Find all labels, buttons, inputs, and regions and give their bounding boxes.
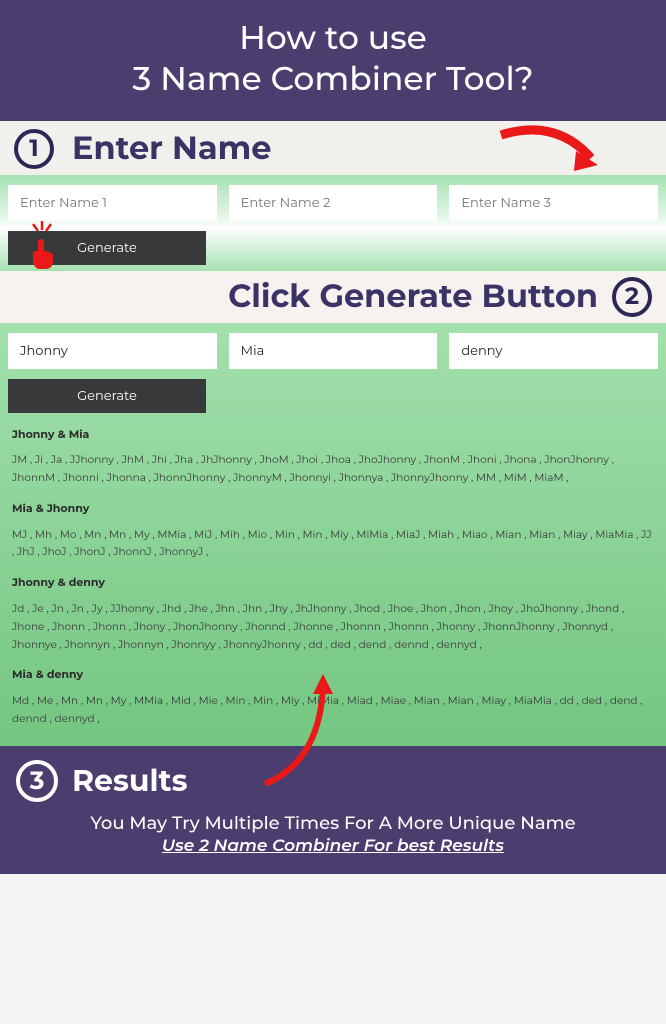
step3-number: 3: [16, 760, 58, 802]
arrow-right-icon: [496, 123, 616, 178]
name3-input[interactable]: [449, 185, 658, 221]
step1-bar: 1 Enter Name: [0, 121, 666, 175]
result-text-1: JM , Ji , Ja , JJhonny , JhM , Jhi , Jha…: [12, 451, 654, 487]
result-block-1: Jhonny & Mia JM , Ji , Ja , JJhonny , Jh…: [8, 425, 658, 487]
result-title-2: Mia & Jhonny: [12, 499, 654, 518]
step3-label: Results: [72, 762, 188, 799]
name2-input-filled[interactable]: [229, 333, 438, 369]
result-title-1: Jhonny & Mia: [12, 425, 654, 444]
name3-input-filled[interactable]: [449, 333, 658, 369]
name1-input[interactable]: [8, 185, 217, 221]
result-text-2: MJ , Mh , Mo , Mn , Mn , My , MMia , MiJ…: [12, 526, 654, 562]
header-line1: How to use: [239, 18, 427, 58]
header-line2: 3 Name Combiner Tool?: [132, 59, 533, 99]
result-text-3: Jd , Je , Jn , Jn , Jy , JJhonny , Jhd ,…: [12, 600, 654, 654]
step2-label: Click Generate Button: [228, 277, 598, 316]
inputs-row-empty: [8, 185, 658, 221]
pointer-hand-icon: [28, 237, 56, 271]
input-panel-empty: Generate: [0, 175, 666, 271]
name1-input-filled[interactable]: [8, 333, 217, 369]
result-block-2: Mia & Jhonny MJ , Mh , Mo , Mn , Mn , My…: [8, 499, 658, 561]
name2-input[interactable]: [229, 185, 438, 221]
footer: 3 Results You May Try Multiple Times For…: [0, 746, 666, 874]
step1-number: 1: [14, 129, 54, 169]
header-title: How to use 3 Name Combiner Tool?: [0, 0, 666, 121]
generate-button-2[interactable]: Generate: [8, 379, 206, 413]
step2-bar: Click Generate Button 2: [0, 271, 666, 323]
result-block-3: Jhonny & denny Jd , Je , Jn , Jn , Jy , …: [8, 573, 658, 653]
step2-number: 2: [612, 277, 652, 317]
inputs-row-filled: [8, 333, 658, 369]
result-title-3: Jhonny & denny: [12, 573, 654, 592]
arrow-up-icon: [235, 666, 355, 786]
footer-text: You May Try Multiple Times For A More Un…: [16, 812, 650, 834]
footer-link[interactable]: Use 2 Name Combiner For best Results: [16, 836, 650, 856]
step1-label: Enter Name: [72, 129, 272, 168]
